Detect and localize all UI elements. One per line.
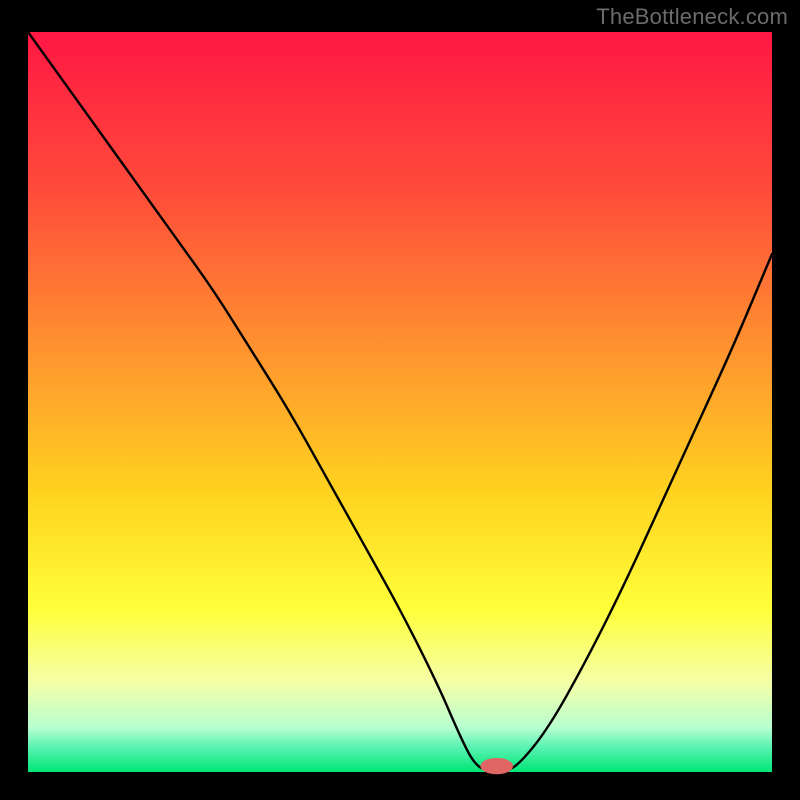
- optimum-marker: [480, 758, 513, 774]
- plot-background: [28, 32, 772, 772]
- bottleneck-plot: [0, 0, 800, 800]
- chart-frame: TheBottleneck.com: [0, 0, 800, 800]
